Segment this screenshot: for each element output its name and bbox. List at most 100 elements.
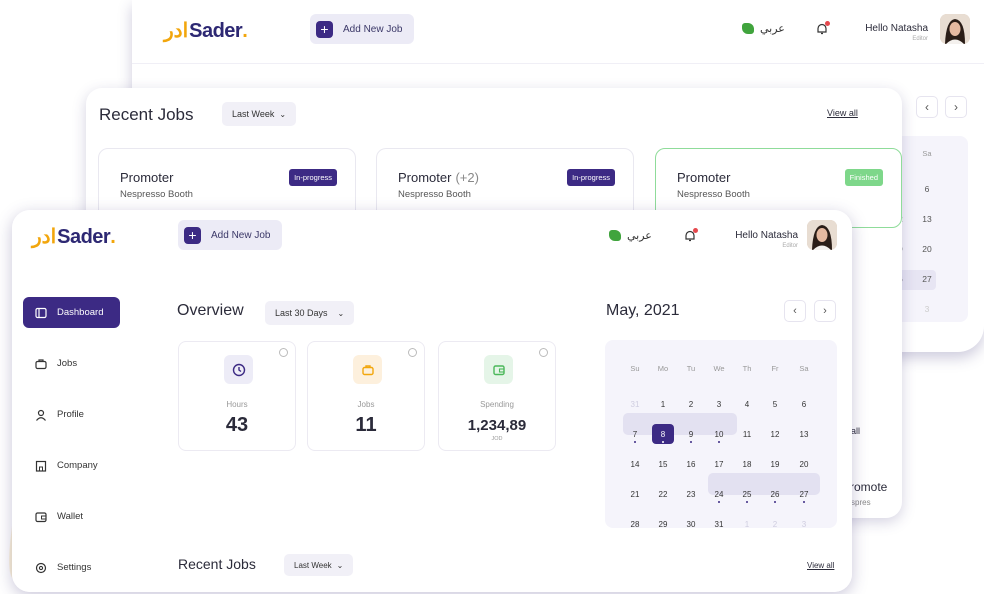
sidebar-item-company[interactable]: Company [23,450,120,481]
calendar-day[interactable]: 31 [708,514,730,534]
calendar-day[interactable]: 5 [764,394,786,414]
calendar-weekday: Th [742,363,752,373]
status-badge: Finished [844,169,883,186]
status-badge: In-progress [567,169,615,186]
calendar-day[interactable]: 2 [680,394,702,414]
calendar-day[interactable]: 31 [624,394,646,414]
recent-jobs-title: Recent Jobs [99,105,194,124]
view-all-link[interactable]: View all [827,108,858,118]
calendar-day[interactable]: 25 [736,484,758,504]
calendar-day[interactable]: 11 [736,424,758,444]
logo[interactable]: ادر Sader. [32,224,116,249]
sidebar-item-jobs[interactable]: Jobs [23,348,120,379]
calendar-day[interactable]: 22 [652,484,674,504]
plus-icon: + [316,20,333,38]
language-toggle[interactable]: عربي [609,229,652,242]
notification-badge [693,228,698,233]
leaf-icon [742,23,754,34]
stat-card-hours: Hours 43 [178,341,296,451]
calendar-weekday: Su [630,363,640,373]
info-icon[interactable] [539,348,548,357]
next-month-button[interactable]: › [814,300,836,322]
next-month-button[interactable]: › [945,96,967,118]
dashboard-icon [35,307,47,319]
sidebar-item-wallet[interactable]: Wallet [23,501,120,532]
logo[interactable]: ادر Sader. [164,18,248,43]
calendar-day[interactable]: 2 [764,514,786,534]
chevron-down-icon: ⌄ [279,109,287,119]
user-greeting: Hello Natasha Editor [865,23,928,42]
briefcase-icon [353,355,382,384]
add-new-job-button[interactable]: + Add New Job [310,14,415,44]
avatar[interactable] [807,220,837,250]
calendar-day[interactable]: 28 [624,514,646,534]
calendar-day[interactable]: 14 [624,454,646,474]
add-new-job-button[interactable]: + Add New Job [178,220,283,250]
chevron-down-icon: ⌄ [336,560,344,570]
briefcase-icon [35,358,47,370]
sidebar-item-settings[interactable]: Settings [23,552,120,583]
leaf-icon [609,230,621,241]
job-card-peek-subtitle: spres [851,498,871,507]
calendar-day[interactable]: 7 [624,424,646,444]
recent-jobs-filter[interactable]: Last Week ⌄ [222,102,297,126]
overview-filter[interactable]: Last 30 Days ⌄ [265,301,355,325]
user-greeting: Hello Natasha Editor [735,230,798,249]
calendar-day[interactable]: 18 [736,454,758,474]
bell-icon[interactable] [815,21,830,36]
calendar-day[interactable]: 1 [736,514,758,534]
calendar-weekday: Mo [657,363,669,373]
calendar-day[interactable]: 8 [652,424,674,444]
calendar-day[interactable]: 16 [680,454,702,474]
calendar-day[interactable]: 1 [652,394,674,414]
calendar-day[interactable]: 10 [708,424,730,444]
settings-icon [35,562,47,574]
calendar-day[interactable]: 26 [764,484,786,504]
calendar-weekday: We [713,363,725,373]
back-calendar: Fr Sa 5 6 12 13 19 20 26 27 2 3 [886,136,968,322]
language-toggle[interactable]: عربي [742,22,785,35]
calendar-day[interactable]: 19 [764,454,786,474]
status-badge: In-progress [289,169,337,186]
calendar-weekday: Sa [799,363,809,373]
sidebar-item-profile[interactable]: Profile [23,399,120,430]
recent-jobs-filter[interactable]: Last Week ⌄ [284,554,354,576]
calendar-day[interactable]: 17 [708,454,730,474]
calendar-month-title: May, 2021 [606,302,680,319]
prev-month-button[interactable]: ‹ [916,96,938,118]
sidebar-item-dashboard[interactable]: Dashboard [23,297,120,328]
wallet-icon [484,355,513,384]
view-all-link[interactable]: View all [807,561,834,570]
calendar-day[interactable]: 4 [736,394,758,414]
calendar-day[interactable]: 6 [793,394,815,414]
calendar-day[interactable]: 21 [624,484,646,504]
prev-month-button[interactable]: ‹ [784,300,806,322]
bell-icon[interactable] [683,228,698,243]
calendar-day[interactable]: 24 [708,484,730,504]
info-icon[interactable] [408,348,417,357]
calendar-grid: Su Mo Tu We Th Fr Sa 31 1 2 3 4 5 6 7 8 9 10 11 12 13 14 15 16 1… [605,340,837,529]
avatar[interactable] [940,14,970,44]
building-icon [35,460,47,472]
topbar: ادر Sader. + Add New Job عربي Hello Natas… [12,210,852,276]
recent-jobs-title: Recent Jobs [178,556,256,572]
plus-icon: + [184,226,201,244]
info-icon[interactable] [279,348,288,357]
calendar-weekday: Fr [771,363,779,373]
calendar-day[interactable]: 12 [764,424,786,444]
view-all-link[interactable]: all [851,426,860,436]
calendar-day[interactable]: 29 [652,514,674,534]
calendar-day[interactable]: 3 [708,394,730,414]
calendar-day[interactable]: 23 [680,484,702,504]
calendar-day[interactable]: 27 [793,484,815,504]
stat-card-spending: Spending 1,234,89 JOD [438,341,556,451]
calendar-day[interactable]: 20 [793,454,815,474]
calendar-day[interactable]: 15 [652,454,674,474]
overview-title: Overview [177,302,244,319]
job-card-peek-title: romote [850,480,888,494]
calendar-day[interactable]: 3 [793,514,815,534]
calendar-day[interactable]: 30 [680,514,702,534]
user-icon [35,409,47,421]
calendar-day[interactable]: 9 [680,424,702,444]
calendar-day[interactable]: 13 [793,424,815,444]
